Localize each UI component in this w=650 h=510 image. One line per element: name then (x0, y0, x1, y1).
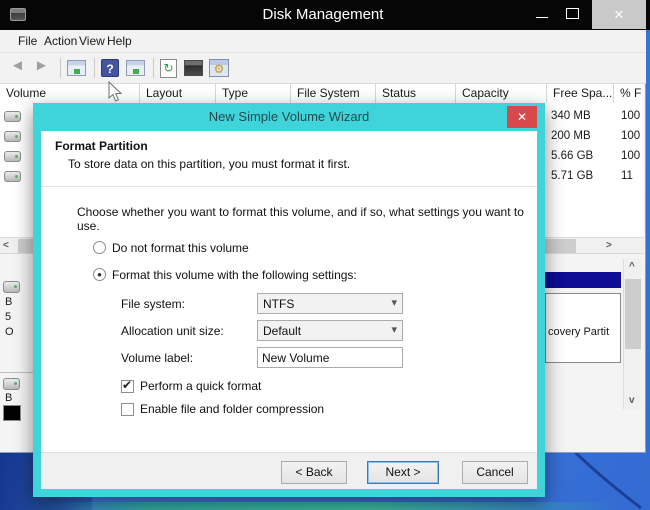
chevron-down-icon: ▾ (391, 296, 397, 309)
console-tree-icon[interactable] (67, 60, 86, 76)
toolbar-separator (94, 58, 95, 78)
allocation-unit-size-label: Allocation unit size: (121, 324, 224, 338)
row-pct-free[interactable]: 100 (621, 130, 644, 142)
disk-icon (4, 111, 21, 122)
file-system-label: File system: (121, 297, 185, 311)
menu-bar: File Action View Help (0, 30, 646, 53)
unallocated-partition-block[interactable] (3, 405, 21, 421)
radio-do-not-format-label[interactable]: Do not format this volume (112, 241, 249, 255)
disk-info-fragment: 5 (5, 311, 11, 323)
scroll-left-icon[interactable]: < (3, 240, 9, 251)
radio-format-with-settings-label[interactable]: Format this volume with the following se… (112, 268, 357, 282)
column-layout[interactable]: Layout (140, 84, 216, 103)
row-pct-free[interactable]: 11 (621, 170, 644, 182)
radio-format-with-settings[interactable]: ● (93, 268, 106, 281)
toolbar: ◄ ► ? ↻ ⚙ (0, 53, 646, 84)
dialog-content: Format Partition To store data on this p… (41, 131, 537, 489)
minimize-button[interactable] (533, 8, 551, 22)
row-free-space[interactable]: 200 MB (551, 130, 611, 142)
column-capacity[interactable]: Capacity (456, 84, 547, 103)
disk-icon (3, 281, 20, 293)
quick-format-checkbox[interactable]: ✔ (121, 380, 134, 393)
menu-file[interactable]: File (18, 34, 37, 48)
chevron-down-icon: ▾ (391, 323, 397, 336)
vertical-scrollbar[interactable]: ^ v (623, 259, 641, 409)
menu-view[interactable]: View (79, 34, 105, 48)
back-button[interactable]: < Back (281, 461, 347, 484)
instruction-text: Choose whether you want to format this v… (77, 205, 537, 233)
row-pct-free[interactable]: 100 (621, 150, 644, 162)
partition-label: covery Partit (548, 326, 609, 338)
toolbar-separator (60, 58, 61, 78)
dialog-title: New Simple Volume Wizard (33, 109, 545, 124)
disk-info-fragment: B (5, 296, 12, 308)
toolbar-separator (153, 58, 154, 78)
partition-color-bar (545, 272, 621, 288)
compression-checkbox[interactable] (121, 403, 134, 416)
row-pct-free[interactable]: 100 (621, 110, 644, 122)
back-icon[interactable]: ◄ (10, 57, 25, 74)
next-button[interactable]: Next > (367, 461, 439, 484)
column-status[interactable]: Status (376, 84, 456, 103)
dialog-close-button[interactable]: ✕ (507, 106, 537, 128)
recovery-partition-block[interactable]: covery Partit (545, 293, 621, 363)
forward-icon[interactable]: ► (34, 57, 49, 74)
refresh-icon[interactable]: ↻ (160, 59, 177, 78)
desktop-wallpaper-curve (545, 448, 650, 510)
disk-info-fragment: B (5, 392, 12, 404)
step-title: Format Partition (55, 139, 148, 153)
column-file-system[interactable]: File System (291, 84, 376, 103)
column-free-space[interactable]: Free Spa... (547, 84, 614, 103)
column-pct-free[interactable]: % F (614, 84, 644, 103)
minimize-icon (536, 17, 548, 18)
disk-icon (4, 151, 21, 162)
cancel-button[interactable]: Cancel (462, 461, 528, 484)
file-system-select[interactable]: NTFS ▾ (257, 293, 403, 314)
mouse-cursor (107, 81, 122, 103)
maximize-button[interactable] (566, 8, 579, 19)
new-simple-volume-wizard-dialog: New Simple Volume Wizard ✕ Format Partit… (33, 103, 545, 497)
radio-do-not-format[interactable] (93, 241, 106, 254)
disk-icon (3, 378, 20, 390)
row-free-space[interactable]: 340 MB (551, 110, 611, 122)
desktop-wallpaper-teal-line (60, 502, 620, 510)
menu-help[interactable]: Help (107, 34, 132, 48)
row-free-space[interactable]: 5.71 GB (551, 170, 611, 182)
title-bar[interactable]: Disk Management ✕ (0, 0, 650, 30)
disk-icon (4, 171, 21, 182)
volume-label-label: Volume label: (121, 351, 193, 365)
column-type[interactable]: Type (216, 84, 291, 103)
volume-list-header: Volume Layout Type File System Status Ca… (0, 84, 644, 103)
step-subtitle: To store data on this partition, you mus… (68, 157, 350, 171)
compression-label[interactable]: Enable file and folder compression (140, 402, 324, 416)
dialog-footer: < Back Next > Cancel (41, 452, 537, 489)
row-free-space[interactable]: 5.66 GB (551, 150, 611, 162)
help-icon[interactable]: ? (101, 59, 119, 77)
settings-gear-icon[interactable]: ⚙ (209, 59, 229, 77)
show-hide-pane-icon[interactable] (126, 60, 145, 76)
close-button[interactable]: ✕ (592, 0, 646, 29)
volume-label-input[interactable] (257, 347, 403, 368)
scroll-down-icon[interactable]: v (629, 395, 635, 406)
disk-icon (4, 131, 21, 142)
scrollbar-thumb[interactable] (625, 279, 641, 349)
menu-action[interactable]: Action (44, 34, 77, 48)
disk-properties-icon[interactable] (184, 60, 203, 76)
quick-format-label[interactable]: Perform a quick format (140, 379, 261, 393)
disk-info-fragment: O (5, 326, 14, 338)
scroll-right-icon[interactable]: > (606, 240, 612, 251)
allocation-unit-size-select[interactable]: Default ▾ (257, 320, 403, 341)
scroll-up-icon[interactable]: ^ (629, 261, 635, 272)
disk-row-divider (0, 372, 34, 373)
wizard-step-header: Format Partition To store data on this p… (41, 131, 537, 187)
